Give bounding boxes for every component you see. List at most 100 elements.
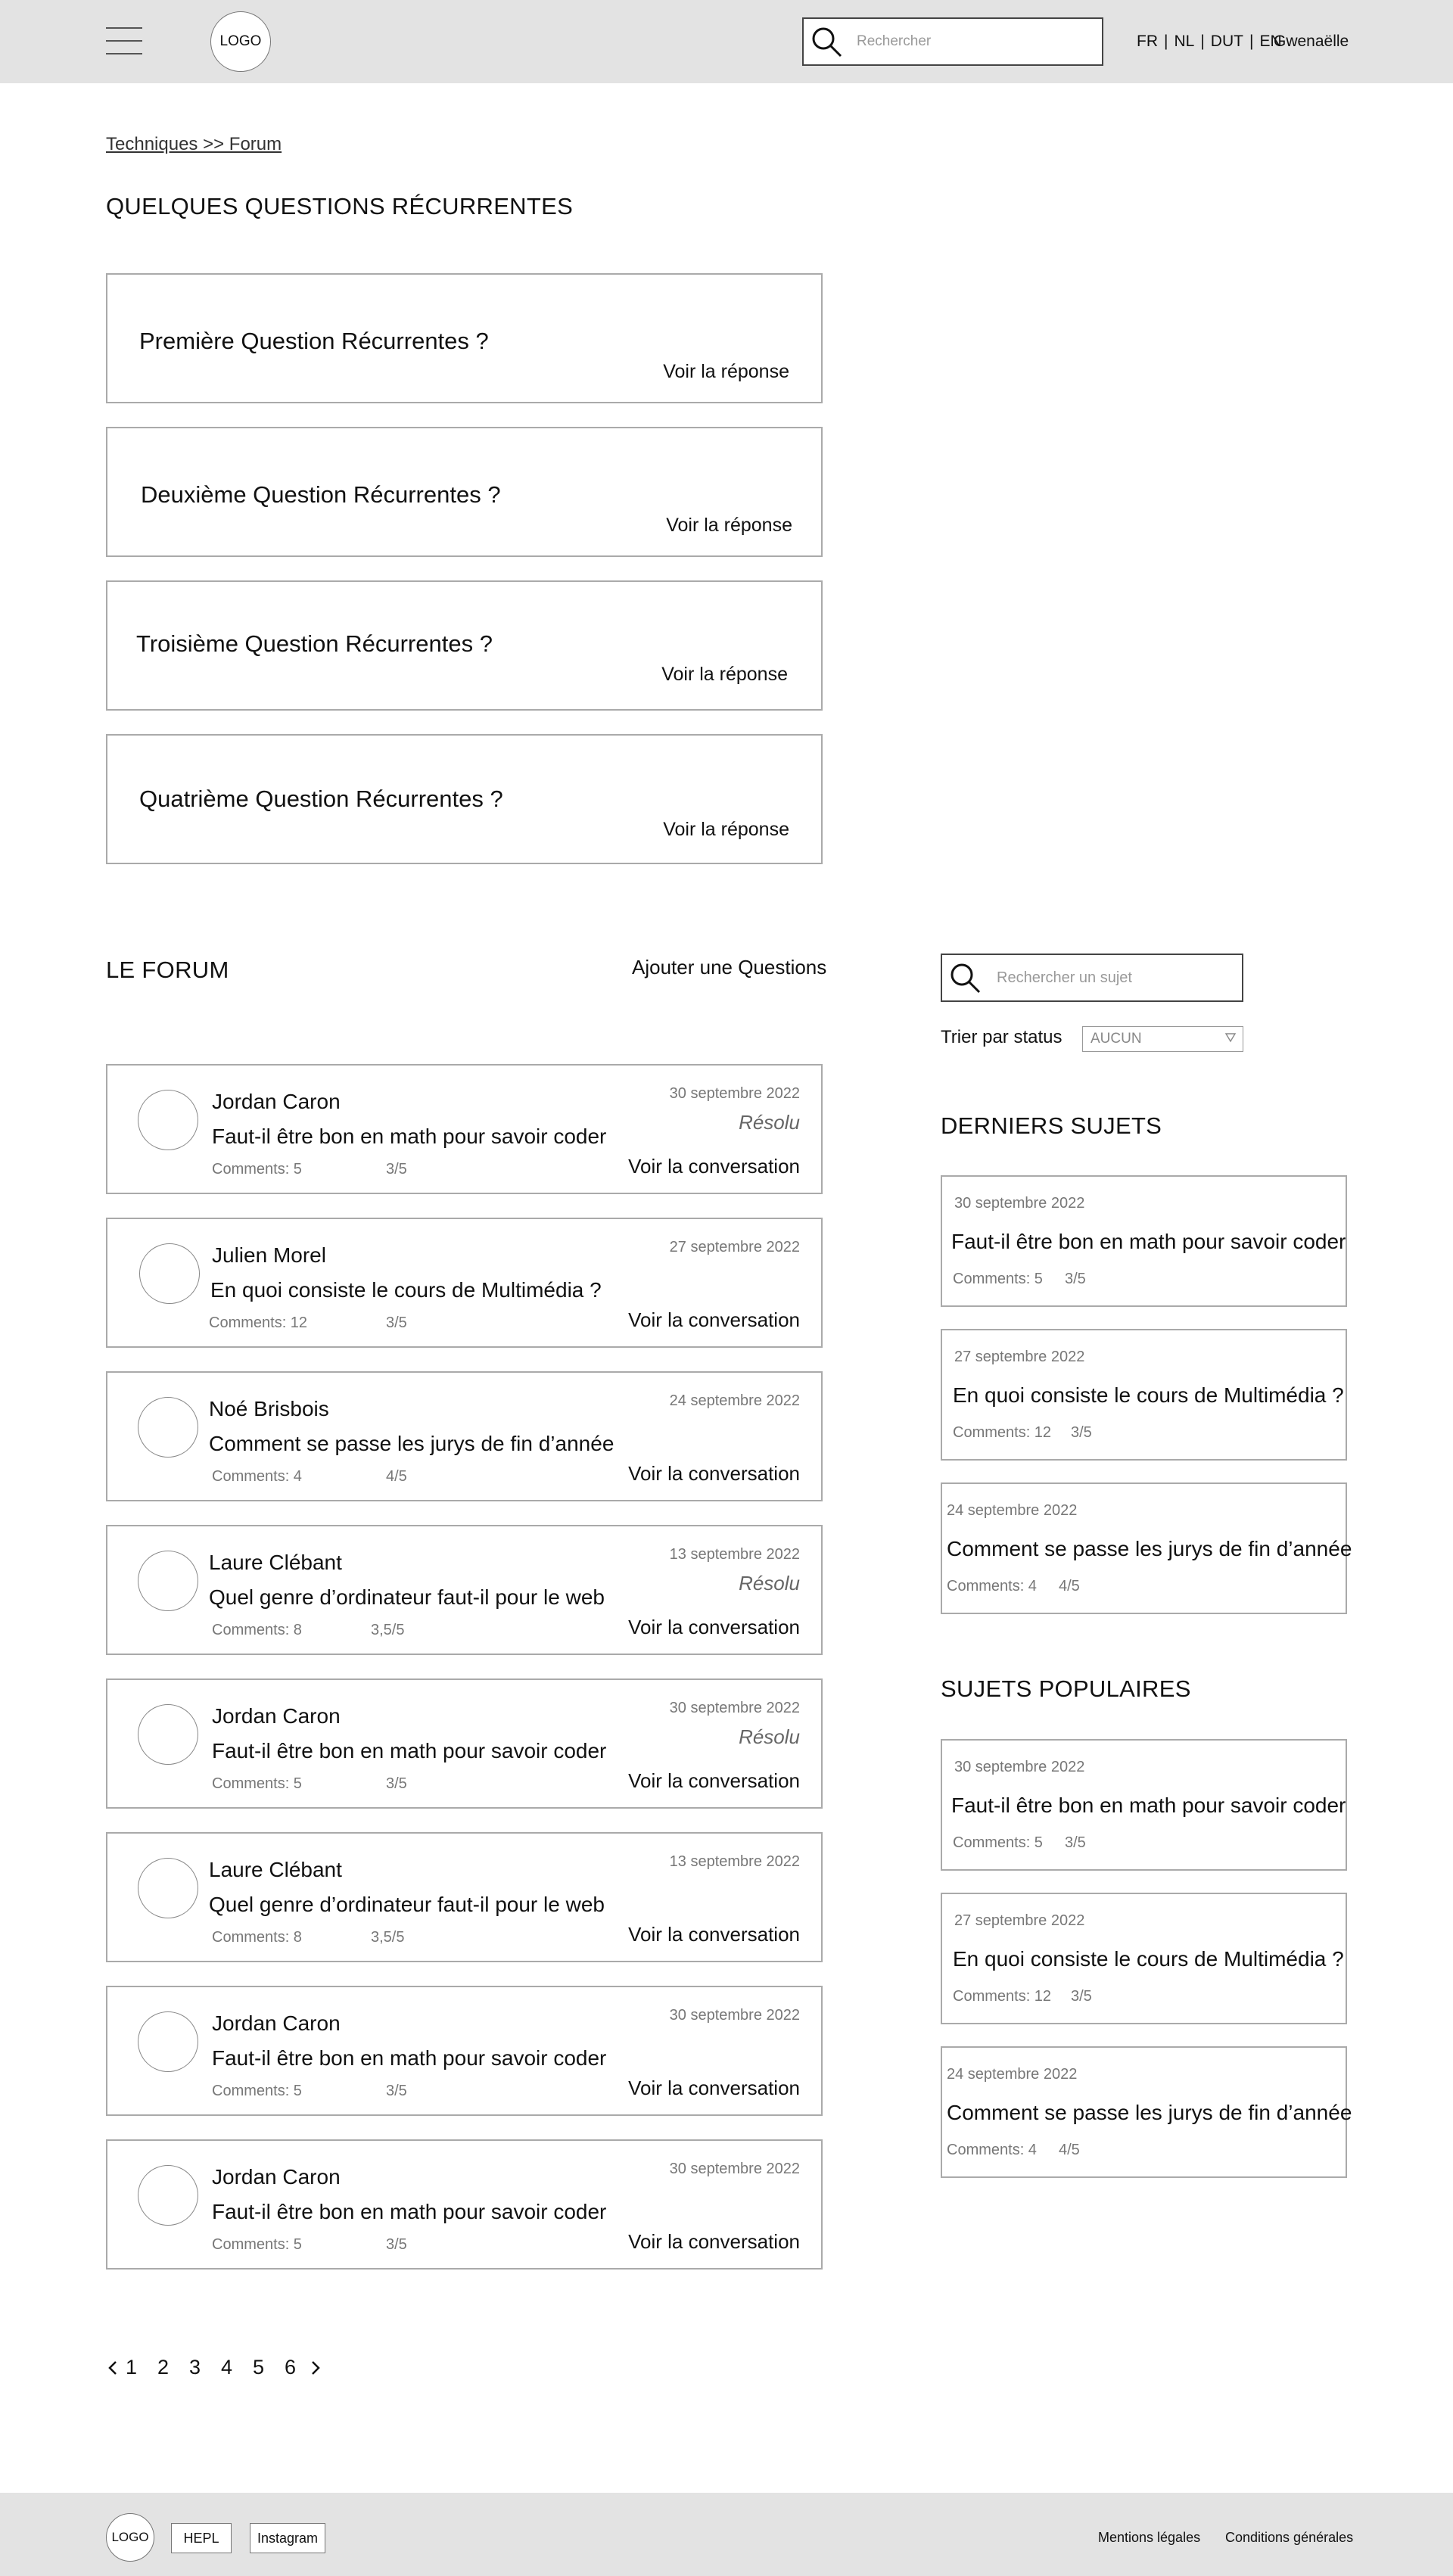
post-rating: 3,5/5 xyxy=(371,1929,405,1946)
forum-post[interactable]: Jordan Caron Faut-il être bon en math po… xyxy=(106,1678,823,1809)
page-link-6[interactable]: 6 xyxy=(285,2356,307,2379)
view-conversation-link[interactable]: Voir la conversation xyxy=(628,2077,800,2100)
view-conversation-link[interactable]: Voir la conversation xyxy=(628,1616,800,1639)
topic-title[interactable]: En quoi consiste le cours de Multimédia … xyxy=(953,1383,1344,1408)
post-date: 27 septembre 2022 xyxy=(669,1239,800,1255)
topic-title[interactable]: En quoi consiste le cours de Multimédia … xyxy=(953,1947,1344,1971)
post-author: Julien Morel xyxy=(212,1243,326,1267)
menu-icon[interactable] xyxy=(106,26,142,56)
latest-topic-card[interactable]: 24 septembre 2022 Comment se passe les j… xyxy=(941,1482,1352,1614)
faq-question: Troisième Question Récurrentes ? xyxy=(136,630,493,657)
user-name[interactable]: Gwenaëlle xyxy=(1274,33,1349,51)
view-conversation-link[interactable]: Voir la conversation xyxy=(628,1462,800,1486)
topic-comments: Comments: 5 xyxy=(953,1834,1043,1851)
lang-separator: | xyxy=(1164,33,1168,50)
header-search-box[interactable] xyxy=(802,17,1103,66)
dropdown-triangle-icon xyxy=(1224,1031,1237,1048)
lang-nl[interactable]: NL xyxy=(1174,33,1194,51)
topic-search-input[interactable] xyxy=(997,969,1224,987)
latest-topic-card[interactable]: 30 septembre 2022 Faut-il être bon en ma… xyxy=(941,1175,1347,1307)
post-title[interactable]: Quel genre d’ordinateur faut-il pour le … xyxy=(209,1585,605,1610)
post-rating: 3/5 xyxy=(386,2236,407,2253)
topic-title[interactable]: Faut-il être bon en math pour savoir cod… xyxy=(951,1230,1346,1254)
topic-title[interactable]: Comment se passe les jurys de fin d’anné… xyxy=(947,2101,1352,2125)
page-link-3[interactable]: 3 xyxy=(189,2356,221,2379)
instagram-button[interactable]: Instagram xyxy=(250,2523,325,2553)
topic-rating: 3/5 xyxy=(1071,1424,1092,1441)
forum-post[interactable]: Laure Clébant Quel genre d’ordinateur fa… xyxy=(106,1832,823,1962)
breadcrumb[interactable]: Techniques >> Forum xyxy=(106,134,282,155)
post-title[interactable]: Quel genre d’ordinateur faut-il pour le … xyxy=(209,1893,605,1917)
faq-answer-link[interactable]: Voir la réponse xyxy=(661,664,788,686)
post-comments: Comments: 5 xyxy=(212,1161,302,1178)
terms-link[interactable]: Conditions générales xyxy=(1225,2530,1353,2546)
page-link-4[interactable]: 4 xyxy=(221,2356,253,2379)
popular-topics-title: SUJETS POPULAIRES xyxy=(941,1675,1191,1702)
search-icon[interactable] xyxy=(948,961,982,994)
chevron-right-icon[interactable] xyxy=(307,2357,327,2379)
post-author: Jordan Caron xyxy=(212,1704,341,1728)
faq-answer-link[interactable]: Voir la réponse xyxy=(666,515,792,537)
faq-card: Première Question Récurrentes ? Voir la … xyxy=(106,273,823,403)
lang-dut[interactable]: DUT xyxy=(1211,33,1243,51)
status-sort-select[interactable]: AUCUN xyxy=(1082,1026,1243,1052)
header-search-input[interactable] xyxy=(857,33,1084,50)
avatar xyxy=(138,1090,198,1150)
popular-topic-card[interactable]: 30 septembre 2022 Faut-il être bon en ma… xyxy=(941,1739,1347,1871)
post-title[interactable]: Comment se passe les jurys de fin d’anné… xyxy=(209,1432,614,1456)
faq-answer-link[interactable]: Voir la réponse xyxy=(663,361,789,383)
post-date: 13 septembre 2022 xyxy=(669,1546,800,1563)
post-rating: 3/5 xyxy=(386,1314,407,1331)
chevron-left-icon[interactable] xyxy=(106,2357,126,2379)
hepl-button[interactable]: HEPL xyxy=(171,2523,232,2553)
faq-card: Troisième Question Récurrentes ? Voir la… xyxy=(106,580,823,711)
forum-post[interactable]: Julien Morel En quoi consiste le cours d… xyxy=(106,1218,823,1348)
popular-topic-card[interactable]: 27 septembre 2022 En quoi consiste le co… xyxy=(941,1893,1347,2024)
add-question-button[interactable]: Ajouter une Questions xyxy=(632,956,826,979)
view-conversation-link[interactable]: Voir la conversation xyxy=(628,2230,800,2254)
avatar xyxy=(139,1243,200,1304)
post-rating: 3,5/5 xyxy=(371,1622,405,1638)
popular-topic-card[interactable]: 24 septembre 2022 Comment se passe les j… xyxy=(941,2046,1352,2178)
avatar xyxy=(138,1704,198,1765)
post-title[interactable]: Faut-il être bon en math pour savoir cod… xyxy=(212,2046,606,2070)
view-conversation-link[interactable]: Voir la conversation xyxy=(628,1155,800,1178)
topic-search-box[interactable] xyxy=(941,954,1243,1002)
topic-date: 24 septembre 2022 xyxy=(947,2066,1078,2083)
topic-title[interactable]: Comment se passe les jurys de fin d’anné… xyxy=(947,1537,1352,1561)
topic-title[interactable]: Faut-il être bon en math pour savoir cod… xyxy=(951,1794,1346,1818)
lang-separator: | xyxy=(1200,33,1205,50)
post-date: 30 septembre 2022 xyxy=(669,2161,800,2177)
post-title[interactable]: Faut-il être bon en math pour savoir cod… xyxy=(212,2200,606,2224)
page-link-2[interactable]: 2 xyxy=(157,2356,189,2379)
view-conversation-link[interactable]: Voir la conversation xyxy=(628,1769,800,1793)
post-date: 30 septembre 2022 xyxy=(669,1700,800,1716)
view-conversation-link[interactable]: Voir la conversation xyxy=(628,1923,800,1946)
footer-logo[interactable]: LOGO xyxy=(106,2513,154,2562)
forum-post[interactable]: Jordan Caron Faut-il être bon en math po… xyxy=(106,1986,823,2116)
forum-post[interactable]: Laure Clébant Quel genre d’ordinateur fa… xyxy=(106,1525,823,1655)
search-icon[interactable] xyxy=(810,25,843,58)
pagination: 1 2 3 4 5 6 xyxy=(106,2356,327,2379)
post-status: Résolu xyxy=(739,1572,800,1594)
post-title[interactable]: En quoi consiste le cours de Multimédia … xyxy=(210,1278,602,1302)
page-link-5[interactable]: 5 xyxy=(253,2356,285,2379)
lang-fr[interactable]: FR xyxy=(1137,33,1158,51)
forum-post[interactable]: Jordan Caron Faut-il être bon en math po… xyxy=(106,2139,823,2270)
latest-topic-card[interactable]: 27 septembre 2022 En quoi consiste le co… xyxy=(941,1329,1347,1461)
legal-notice-link[interactable]: Mentions légales xyxy=(1098,2530,1200,2546)
faq-card: Quatrième Question Récurrentes ? Voir la… xyxy=(106,734,823,864)
post-rating: 4/5 xyxy=(386,1468,407,1485)
forum-post[interactable]: Noé Brisbois Comment se passe les jurys … xyxy=(106,1371,823,1501)
forum-post[interactable]: Jordan Caron Faut-il être bon en math po… xyxy=(106,1064,823,1194)
header-logo[interactable]: LOGO xyxy=(210,11,271,72)
topic-rating: 4/5 xyxy=(1059,1578,1080,1594)
view-conversation-link[interactable]: Voir la conversation xyxy=(628,1308,800,1332)
faq-answer-link[interactable]: Voir la réponse xyxy=(663,819,789,841)
post-title[interactable]: Faut-il être bon en math pour savoir cod… xyxy=(212,1739,606,1763)
post-status: Résolu xyxy=(739,1111,800,1134)
page-link-1[interactable]: 1 xyxy=(126,2356,157,2379)
avatar xyxy=(138,1858,198,1918)
faq-question: Première Question Récurrentes ? xyxy=(139,328,489,354)
post-title[interactable]: Faut-il être bon en math pour savoir cod… xyxy=(212,1125,606,1149)
